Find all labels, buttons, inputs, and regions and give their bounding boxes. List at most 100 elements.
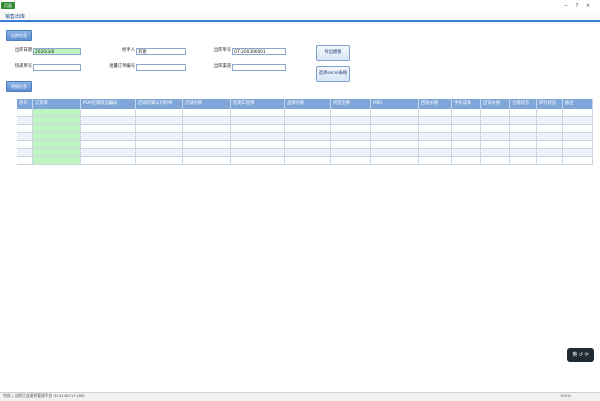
- table-cell[interactable]: [231, 141, 285, 149]
- table-cell[interactable]: [81, 109, 136, 117]
- table-cell[interactable]: [371, 125, 419, 133]
- app-menu-button[interactable]: 页面: [1, 2, 15, 9]
- table-cell[interactable]: [183, 141, 231, 149]
- table-cell[interactable]: [452, 109, 481, 117]
- table-cell[interactable]: [331, 125, 371, 133]
- table-cell[interactable]: [481, 141, 510, 149]
- table-cell[interactable]: [17, 157, 33, 165]
- table-cell[interactable]: [285, 141, 331, 149]
- table-cell[interactable]: [510, 117, 537, 125]
- table-row[interactable]: [17, 125, 593, 133]
- table-cell[interactable]: [537, 125, 563, 133]
- column-header[interactable]: 店铺名称: [183, 99, 231, 109]
- table-cell[interactable]: [371, 109, 419, 117]
- batch-order-field[interactable]: [136, 64, 186, 71]
- handler-field[interactable]: 刘谢: [136, 48, 186, 55]
- table-row[interactable]: [17, 117, 593, 125]
- column-header[interactable]: 检测工程师: [231, 99, 285, 109]
- column-header[interactable]: 出货价格: [481, 99, 510, 109]
- table-cell[interactable]: [481, 109, 510, 117]
- table-row[interactable]: [17, 133, 593, 141]
- table-cell[interactable]: [537, 117, 563, 125]
- table-cell[interactable]: [419, 117, 452, 125]
- table-cell[interactable]: [563, 157, 593, 165]
- table-cell[interactable]: [419, 133, 452, 141]
- table-cell[interactable]: [331, 109, 371, 117]
- table-cell[interactable]: [331, 133, 371, 141]
- table-cell[interactable]: [510, 133, 537, 141]
- table-cell[interactable]: [17, 149, 33, 157]
- table-cell[interactable]: [231, 109, 285, 117]
- table-cell[interactable]: [33, 157, 81, 165]
- select-excel-button[interactable]: 选择excel表格: [316, 66, 350, 82]
- table-cell[interactable]: [537, 141, 563, 149]
- table-cell[interactable]: [419, 157, 452, 165]
- table-cell[interactable]: [81, 117, 136, 125]
- column-header[interactable]: 序号: [17, 99, 33, 109]
- table-cell[interactable]: [419, 109, 452, 117]
- table-cell[interactable]: [183, 125, 231, 133]
- table-cell[interactable]: [81, 157, 136, 165]
- section-outbound-info[interactable]: 出库信息: [6, 30, 32, 41]
- table-cell[interactable]: [81, 125, 136, 133]
- table-cell[interactable]: [17, 125, 33, 133]
- table-cell[interactable]: [537, 157, 563, 165]
- table-cell[interactable]: [419, 149, 452, 157]
- table-cell[interactable]: [537, 109, 563, 117]
- table-cell[interactable]: [136, 125, 183, 133]
- table-cell[interactable]: [331, 141, 371, 149]
- table-cell[interactable]: [285, 157, 331, 165]
- table-cell[interactable]: [33, 109, 81, 117]
- table-cell[interactable]: [17, 133, 33, 141]
- table-cell[interactable]: [33, 149, 81, 157]
- table-cell[interactable]: [17, 109, 33, 117]
- table-cell[interactable]: [563, 125, 593, 133]
- table-cell[interactable]: [285, 125, 331, 133]
- table-cell[interactable]: [452, 133, 481, 141]
- column-header[interactable]: 回收价格: [419, 99, 452, 109]
- zoom-level[interactable]: 100%: [560, 393, 571, 399]
- table-cell[interactable]: [481, 125, 510, 133]
- table-cell[interactable]: [81, 141, 136, 149]
- table-cell[interactable]: [563, 133, 593, 141]
- table-cell[interactable]: [183, 133, 231, 141]
- minimize-icon[interactable]: −: [562, 3, 570, 9]
- table-cell[interactable]: [231, 149, 285, 157]
- table-cell[interactable]: [17, 141, 33, 149]
- column-header[interactable]: POP店铺商品编码: [81, 99, 136, 109]
- table-cell[interactable]: [231, 117, 285, 125]
- close-icon[interactable]: ×: [584, 3, 592, 9]
- input-method-widget[interactable]: 英 ↺ ⟳: [567, 348, 594, 362]
- tab-sales-outbound[interactable]: 销售出库: [5, 13, 25, 20]
- table-row[interactable]: [17, 141, 593, 149]
- table-cell[interactable]: [136, 133, 183, 141]
- table-cell[interactable]: [510, 109, 537, 117]
- table-cell[interactable]: [481, 157, 510, 165]
- table-row[interactable]: [17, 149, 593, 157]
- table-cell[interactable]: [285, 117, 331, 125]
- table-cell[interactable]: [231, 125, 285, 133]
- table-cell[interactable]: [81, 133, 136, 141]
- table-cell[interactable]: [371, 149, 419, 157]
- table-cell[interactable]: [510, 125, 537, 133]
- express-no-field[interactable]: [33, 64, 81, 71]
- table-cell[interactable]: [537, 149, 563, 157]
- column-header[interactable]: 机型名称: [331, 99, 371, 109]
- table-cell[interactable]: [33, 133, 81, 141]
- table-cell[interactable]: [563, 117, 593, 125]
- table-cell[interactable]: [183, 117, 231, 125]
- table-cell[interactable]: [563, 149, 593, 157]
- table-cell[interactable]: [371, 117, 419, 125]
- help-icon[interactable]: ?: [573, 3, 581, 9]
- table-cell[interactable]: [285, 109, 331, 117]
- channel-field[interactable]: [232, 64, 286, 71]
- table-cell[interactable]: [481, 117, 510, 125]
- table-cell[interactable]: [452, 149, 481, 157]
- export-template-button[interactable]: 导出模板: [316, 45, 350, 61]
- table-cell[interactable]: [563, 141, 593, 149]
- column-header[interactable]: 库存状态: [537, 99, 563, 109]
- column-header[interactable]: 订货单: [33, 99, 81, 109]
- table-cell[interactable]: [481, 133, 510, 141]
- column-header[interactable]: 仓储状态: [510, 99, 537, 109]
- table-cell[interactable]: [331, 117, 371, 125]
